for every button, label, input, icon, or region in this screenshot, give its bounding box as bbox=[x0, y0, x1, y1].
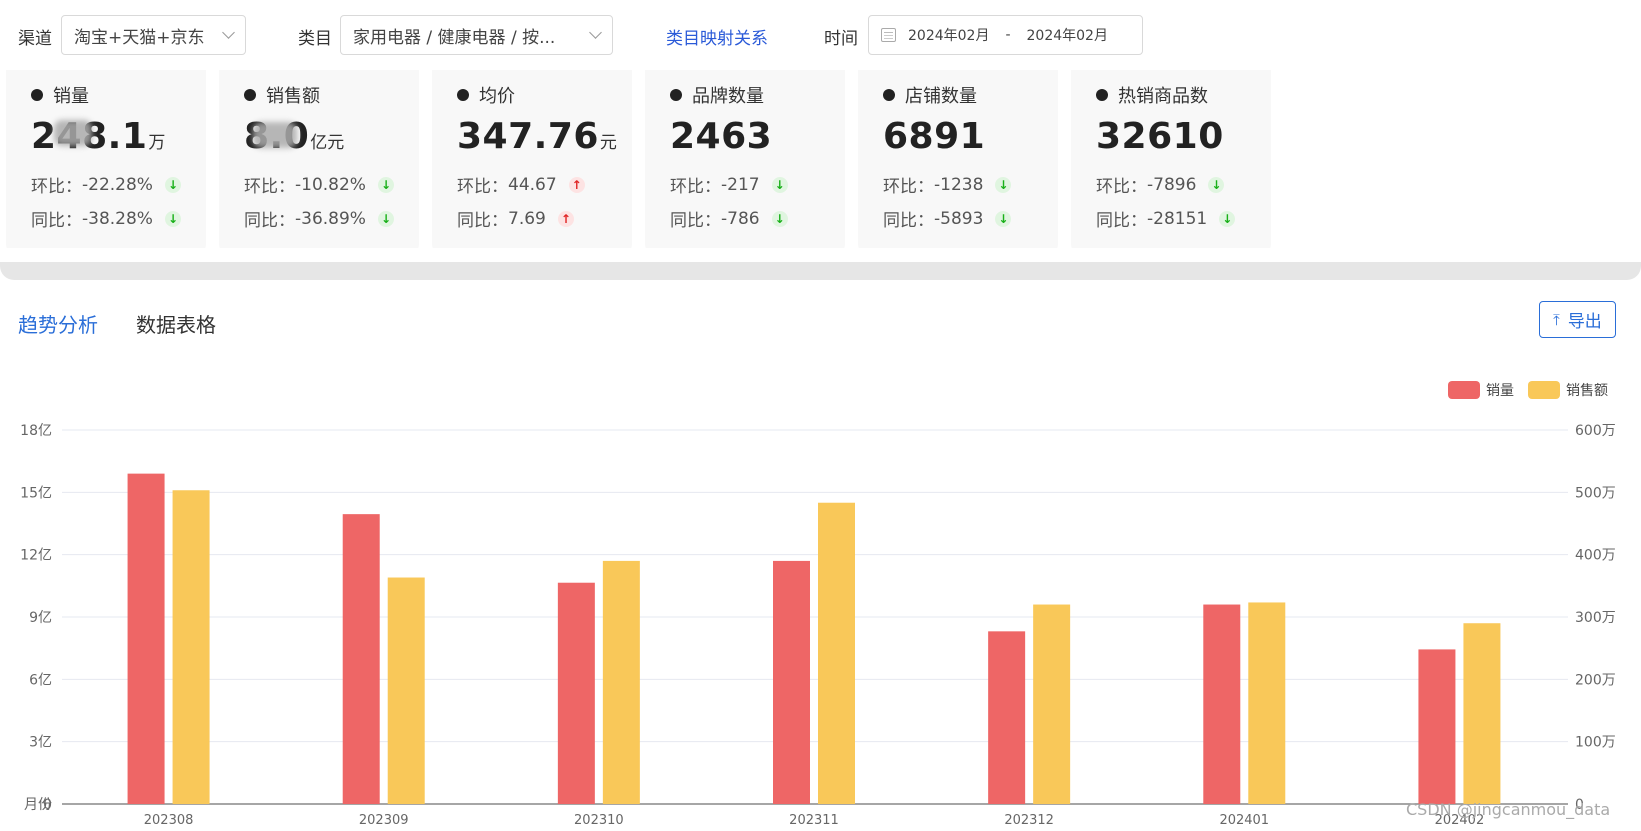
y-left-tick-label: 9亿 bbox=[29, 610, 52, 626]
bar-revenue bbox=[172, 490, 210, 804]
x-tick-label: 202308 bbox=[144, 813, 194, 828]
bar-sales bbox=[1203, 604, 1241, 804]
y-right-tick-label: 400万 bbox=[1575, 548, 1616, 564]
y-left-tick-label: 18亿 bbox=[20, 423, 52, 439]
bar-sales bbox=[557, 582, 595, 804]
bar-revenue bbox=[1033, 604, 1071, 804]
bar-revenue bbox=[1248, 602, 1286, 804]
y-right-tick-label: 600万 bbox=[1575, 423, 1616, 439]
y-left-tick-label: 3亿 bbox=[29, 735, 52, 751]
y-right-tick-label: 100万 bbox=[1575, 735, 1616, 751]
y-left-tick-label: 12亿 bbox=[20, 548, 52, 564]
bar-sales bbox=[1418, 649, 1456, 804]
y-right-tick-label: 500万 bbox=[1575, 485, 1616, 501]
y-left-tick-label: 6亿 bbox=[29, 672, 52, 688]
x-tick-label: 202310 bbox=[574, 813, 624, 828]
axis-extra-label: 月份 bbox=[24, 797, 52, 813]
bar-revenue bbox=[602, 560, 640, 804]
x-tick-label: 202312 bbox=[1004, 813, 1054, 828]
x-tick-label: 202309 bbox=[359, 813, 409, 828]
watermark: CSDN @jingcanmou_data bbox=[1406, 800, 1611, 819]
bar-sales bbox=[773, 560, 810, 804]
x-tick-label: 202311 bbox=[789, 813, 839, 828]
bar-revenue bbox=[818, 502, 855, 804]
bar-chart: 0 03亿 100万6亿 200万9亿 300万12亿 400万15亿 500万18亿 600… bbox=[20, 423, 1616, 828]
bar-revenue bbox=[1463, 623, 1501, 804]
bar-sales bbox=[988, 631, 1026, 804]
y-left-tick-label: 15亿 bbox=[20, 485, 52, 501]
bar-revenue bbox=[387, 577, 425, 804]
y-right-tick-label: 300万 bbox=[1575, 610, 1616, 626]
bar-sales bbox=[342, 514, 380, 804]
x-tick-label: 202401 bbox=[1219, 813, 1269, 828]
bar-sales bbox=[127, 473, 165, 804]
y-right-tick-label: 200万 bbox=[1575, 672, 1616, 688]
